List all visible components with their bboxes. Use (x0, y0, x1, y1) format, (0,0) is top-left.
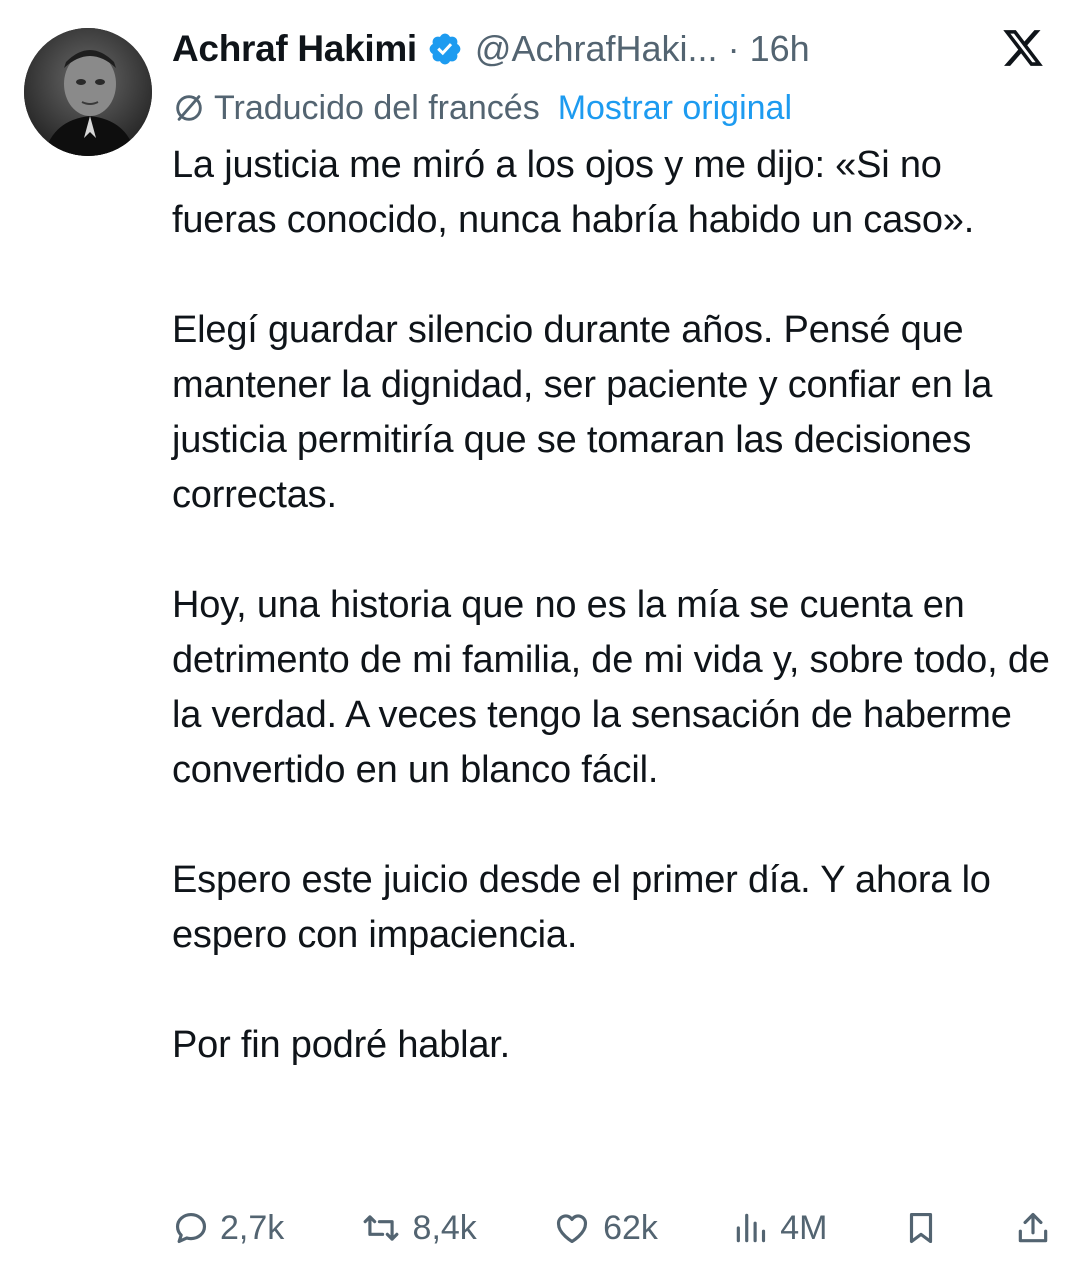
tweet-paragraph: Por fin podré hablar. (172, 1024, 511, 1066)
tweet-header: Achraf Hakimi @AchrafHaki... · 16h (172, 24, 810, 74)
show-original-link[interactable]: Mostrar original (558, 89, 792, 128)
translated-label: Traducido del francés (214, 88, 540, 127)
share-button[interactable] (1014, 1209, 1052, 1247)
tweet-text: La justicia me miró a los ojos y me dijo… (172, 138, 1052, 1073)
tweet-paragraph: Elegí guardar silencio durante años. Pen… (172, 309, 993, 516)
reply-count: 2,7k (220, 1208, 285, 1247)
author-name[interactable]: Achraf Hakimi (172, 28, 417, 70)
verified-badge-icon (427, 31, 463, 67)
author-handle[interactable]: @AchrafHaki... · 16h (475, 28, 810, 70)
repost-count: 8,4k (412, 1208, 477, 1247)
share-icon (1018, 1212, 1048, 1243)
tweet-paragraph: Espero este juicio desde el primer día. … (172, 859, 991, 956)
author-handle-text: @AchrafHaki... (474, 28, 718, 69)
views-count: 4M (780, 1208, 828, 1247)
views-icon (736, 1213, 766, 1243)
translate-icon (176, 95, 202, 121)
x-logo-icon (1000, 26, 1046, 70)
repost-icon (363, 1215, 398, 1241)
heart-icon (557, 1214, 588, 1244)
reply-icon (175, 1212, 207, 1244)
like-count: 62k (603, 1208, 658, 1247)
bookmark-button[interactable] (902, 1209, 940, 1247)
tweet-paragraph: La justicia me miró a los ojos y me dijo… (172, 144, 975, 241)
repost-button[interactable]: 8,4k (359, 1209, 477, 1248)
bookmark-icon (909, 1212, 932, 1244)
like-button[interactable]: 62k (551, 1209, 658, 1248)
tweet-paragraph: Hoy, una historia que no es la mía se cu… (172, 584, 1050, 791)
avatar[interactable] (24, 28, 152, 156)
handle-separator: · (727, 28, 740, 69)
reply-button[interactable]: 2,7k (172, 1209, 284, 1248)
views-button[interactable]: 4M (732, 1209, 827, 1248)
translation-bar: Traducido del francés Mostrar original (172, 86, 792, 130)
tweet-time: 16h (749, 28, 810, 69)
action-bar: 2,7k 8,4k 62k 4M (172, 1200, 1052, 1256)
